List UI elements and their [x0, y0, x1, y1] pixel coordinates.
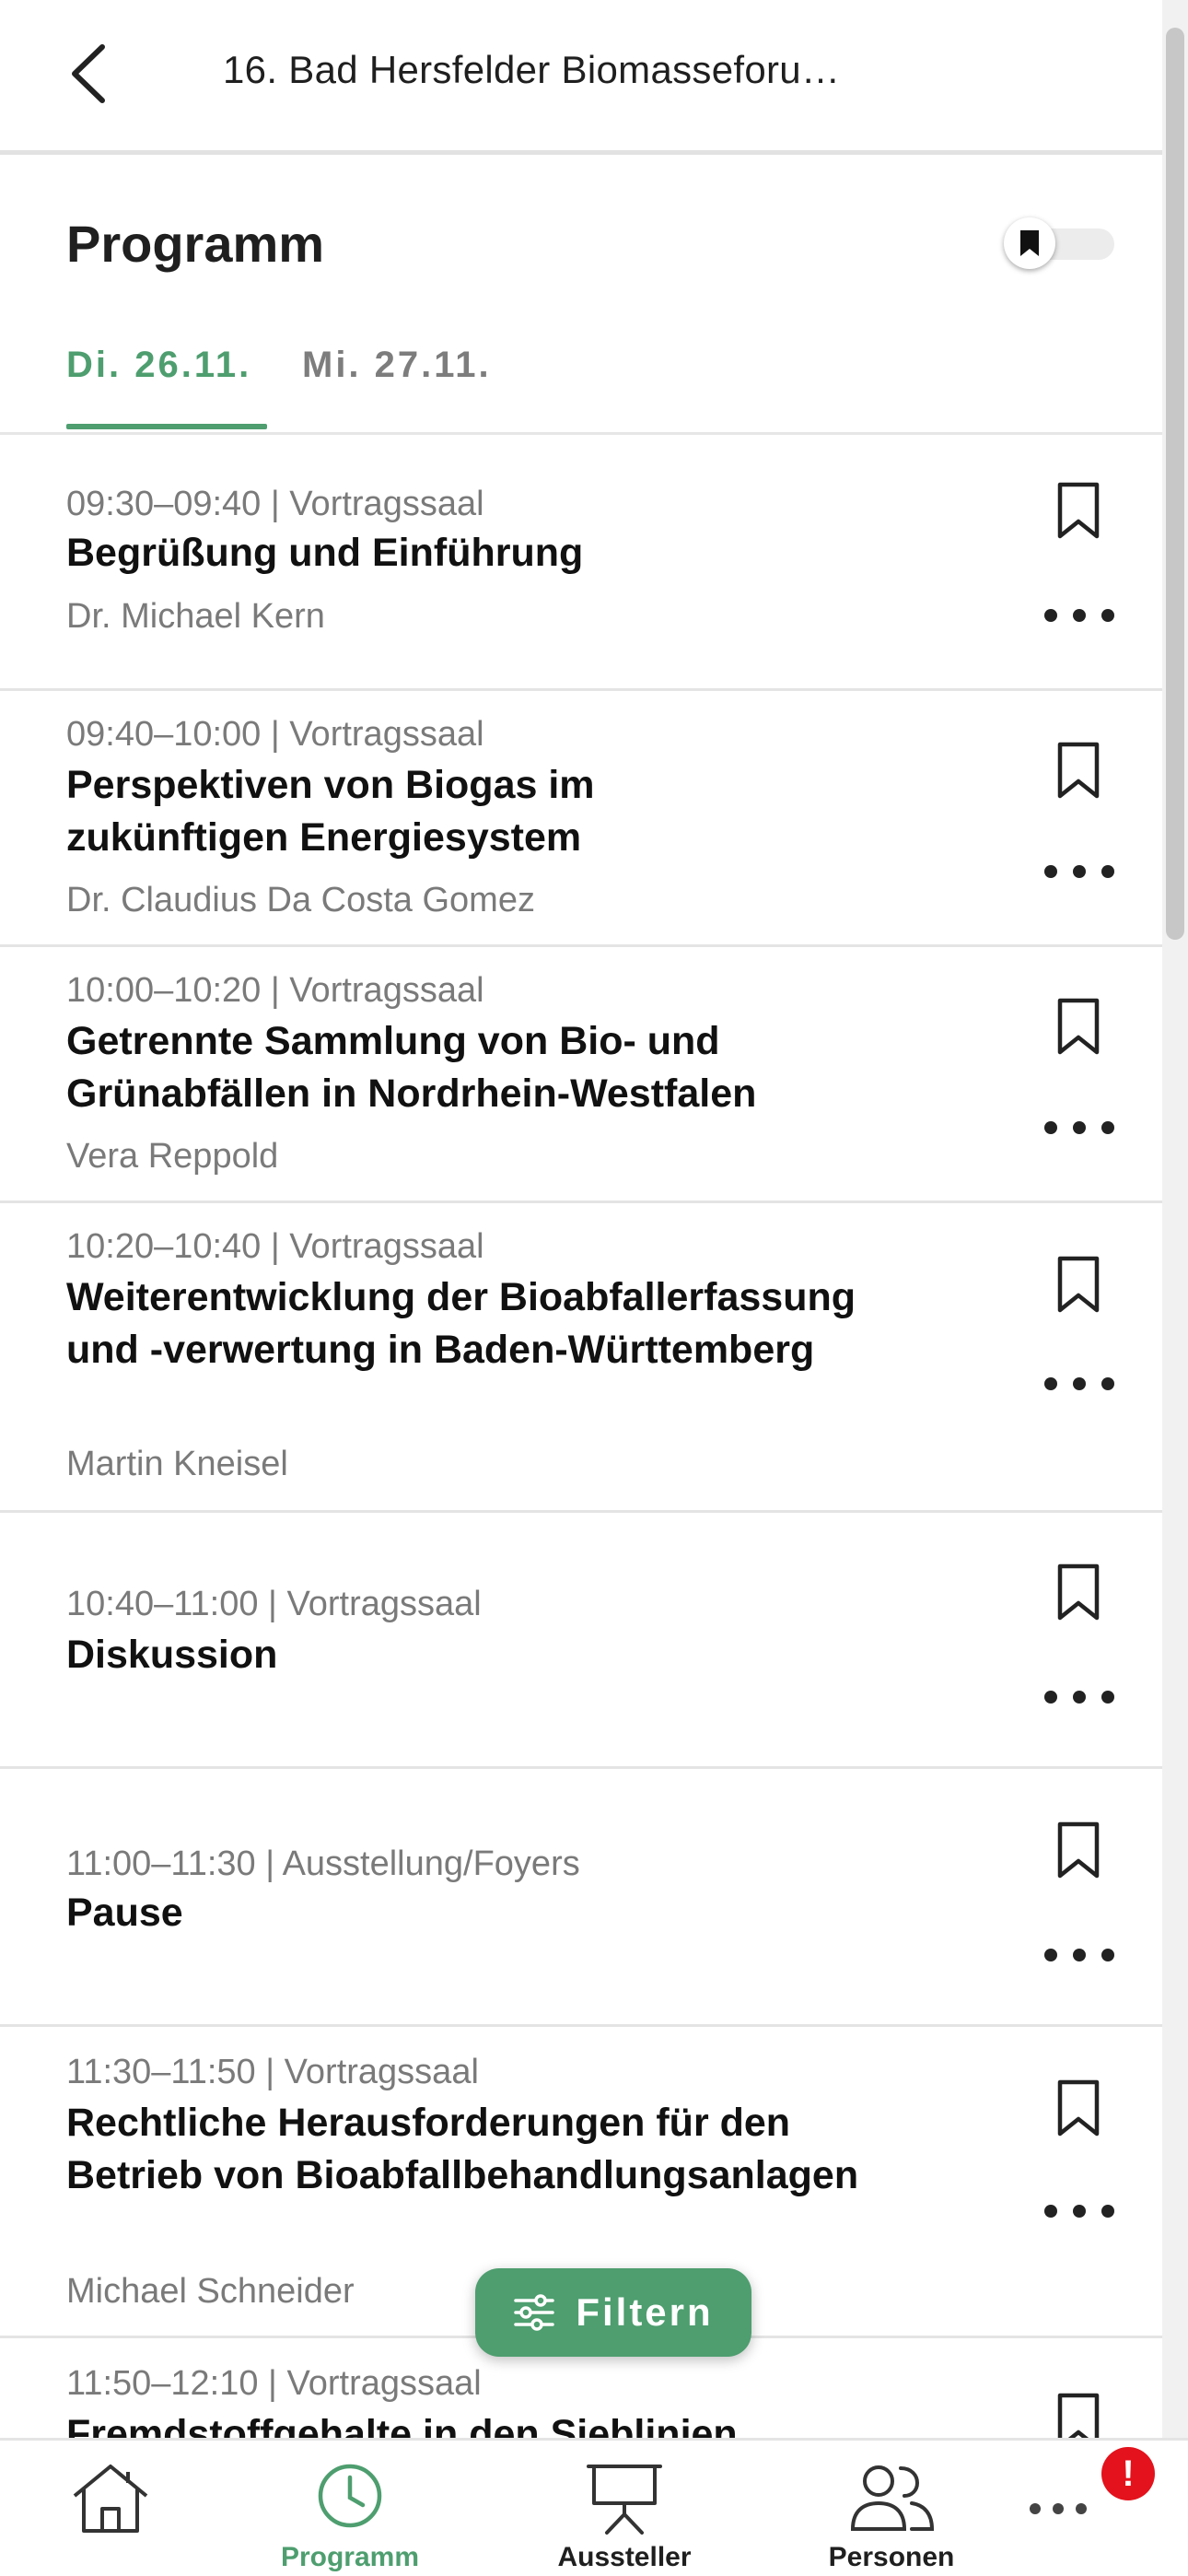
session-time: 10:40–11:00 | Vortragssaal [66, 1585, 482, 1623]
nav-item-programm[interactable]: Programm [249, 2441, 451, 2576]
clock-icon [318, 2464, 382, 2528]
filter-button-label: Filtern [576, 2290, 714, 2334]
session-time: 10:20–10:40 | Vortragssaal [66, 1227, 484, 1266]
bookmark-button[interactable] [1050, 737, 1107, 803]
session-item[interactable]: 10:20–10:40 | Vortragssaal Weiterentwick… [0, 1203, 1162, 1513]
bookmark-icon [1057, 2079, 1100, 2137]
session-speaker[interactable]: Dr. Michael Kern [66, 597, 325, 637]
bookmark-icon [1057, 1563, 1100, 1621]
session-item[interactable]: 10:40–11:00 | Vortragssaal Diskussion [0, 1513, 1162, 1769]
session-speaker[interactable]: Michael Schneider [66, 2272, 355, 2312]
more-options-button[interactable] [1044, 1367, 1114, 1400]
more-options-button[interactable] [1044, 2195, 1114, 2228]
more-icon [1044, 1949, 1057, 1961]
bookmark-icon [1057, 998, 1100, 1055]
bookmark-button[interactable] [1050, 1559, 1107, 1625]
presentation-icon [587, 2465, 662, 2535]
session-title: Weiterentwicklung der Bioabfallerfassung… [66, 1275, 856, 1372]
bookmark-button[interactable] [1050, 2388, 1107, 2438]
top-app-bar: 16. Bad Hersfelder Biomasseforu… [0, 0, 1162, 155]
more-options-button[interactable] [1044, 1111, 1114, 1144]
more-icon [1044, 865, 1057, 878]
session-title: Rechtliche Herausforderungen für den Bet… [66, 2101, 859, 2197]
chevron-left-icon [72, 44, 105, 103]
session-item[interactable]: 11:00–11:30 | Ausstellung/Foyers Pause [0, 1769, 1162, 2027]
scrollbar-thumb[interactable] [1166, 28, 1184, 940]
bookmark-icon [1057, 1821, 1100, 1879]
bookmark-icon [1057, 742, 1100, 799]
toggle-knob [1004, 217, 1055, 269]
event-title: 16. Bad Hersfelder Biomasseforu… [223, 48, 841, 91]
page-title: Programm [66, 215, 325, 273]
more-options-button[interactable] [1044, 599, 1114, 632]
nav-label-programm: Programm [280, 2542, 420, 2572]
more-icon [1044, 1377, 1057, 1390]
session-title: Pause [66, 1891, 183, 1935]
session-title: Diskussion [66, 1633, 278, 1677]
nav-item-aussteller[interactable]: Aussteller [523, 2441, 726, 2576]
session-title: Perspektiven von Biogas im zukünftigen E… [66, 763, 595, 860]
home-icon [73, 2465, 148, 2533]
people-icon [850, 2465, 935, 2531]
session-time: 11:50–12:10 | Vortragssaal [66, 2364, 482, 2403]
more-icon [1044, 2205, 1057, 2218]
day-tabs: Di. 26.11. Mi. 27.11. [0, 332, 1162, 435]
notification-badge: ! [1101, 2447, 1155, 2500]
session-time: 09:30–09:40 | Vortragssaal [66, 485, 484, 523]
more-icon [1044, 1691, 1057, 1704]
bookmark-icon [1057, 2393, 1100, 2438]
session-item[interactable]: 09:30–09:40 | Vortragssaal Begrüßung und… [0, 435, 1162, 691]
session-time: 10:00–10:20 | Vortragssaal [66, 971, 484, 1010]
filter-button[interactable]: Filtern [475, 2268, 751, 2357]
bookmark-filled-icon [1020, 230, 1039, 256]
bookmarked-only-toggle[interactable] [1004, 217, 1114, 269]
sliders-icon [514, 2294, 555, 2331]
session-item[interactable]: 09:40–10:00 | Vortragssaal Perspektiven … [0, 691, 1162, 947]
bookmark-button[interactable] [1050, 2075, 1107, 2141]
bottom-navigation: Programm Aussteller Personen [0, 2438, 1188, 2576]
more-icon [1044, 609, 1057, 622]
bookmark-button[interactable] [1050, 1817, 1107, 1883]
session-title: Begrüßung und Einführung [66, 531, 584, 575]
nav-label-aussteller: Aussteller [557, 2542, 692, 2572]
session-speaker[interactable]: Vera Reppold [66, 1137, 278, 1177]
nav-item-home[interactable] [9, 2441, 212, 2576]
more-icon [1044, 1121, 1057, 1134]
tab-day-1[interactable]: Di. 26.11. [66, 345, 251, 386]
session-title: Getrennte Sammlung von Bio- und Grünabfä… [66, 1019, 757, 1116]
session-speaker[interactable]: Martin Kneisel [66, 1445, 288, 1484]
nav-label-personen: Personen [828, 2542, 955, 2572]
session-speaker[interactable]: Dr. Claudius Da Costa Gomez [66, 881, 535, 920]
nav-item-personen[interactable]: Personen [790, 2441, 993, 2576]
more-options-button[interactable] [1044, 1680, 1114, 1714]
session-title: Fremdstoffgehalte in den Sieblinien [66, 2412, 738, 2438]
more-options-button[interactable] [1044, 1938, 1114, 1972]
bookmark-button[interactable] [1050, 1251, 1107, 1317]
tab-day-2[interactable]: Mi. 27.11. [302, 345, 492, 386]
more-options-button[interactable] [1044, 855, 1114, 888]
active-tab-indicator [66, 424, 267, 429]
bookmark-button[interactable] [1050, 993, 1107, 1060]
more-icon [1030, 2503, 1087, 2514]
bookmark-icon [1057, 482, 1100, 539]
session-time: 09:40–10:00 | Vortragssaal [66, 715, 484, 754]
bookmark-button[interactable] [1050, 477, 1107, 544]
bookmark-icon [1057, 1256, 1100, 1313]
session-item[interactable]: 10:00–10:20 | Vortragssaal Getrennte Sam… [0, 947, 1162, 1203]
back-button[interactable] [55, 37, 120, 111]
session-time: 11:30–11:50 | Vortragssaal [66, 2053, 479, 2091]
session-time: 11:00–11:30 | Ausstellung/Foyers [66, 1844, 580, 1883]
